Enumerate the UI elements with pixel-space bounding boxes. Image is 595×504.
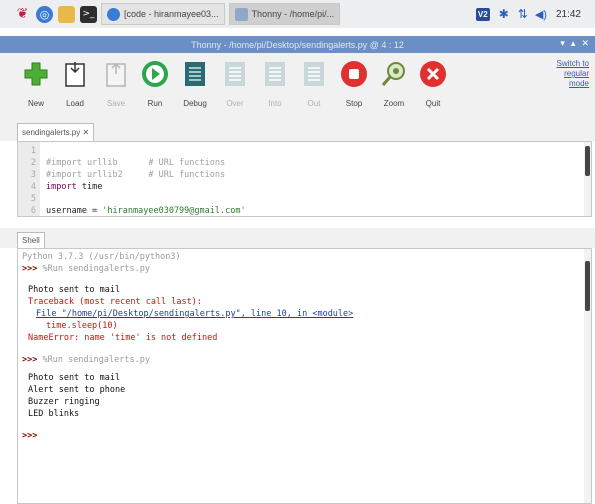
clock: 21:42	[555, 8, 581, 20]
shell-scroll-thumb[interactable]	[585, 261, 590, 311]
load-icon	[60, 59, 90, 89]
new-icon	[21, 59, 51, 89]
editor-tabbar: sendingalerts.py ✕	[0, 119, 595, 141]
switch-mode-label: Switch to regular mode	[556, 59, 589, 88]
step-over-button[interactable]: Over	[215, 59, 255, 108]
code-line: 5	[30, 194, 36, 204]
code-line: 4 import time	[30, 182, 103, 192]
step-over-icon	[220, 59, 250, 89]
network-icon[interactable]: ⇅	[518, 7, 528, 21]
tab-shell[interactable]: Shell	[17, 232, 45, 248]
switch-mode-link[interactable]: Switch to regular mode	[557, 59, 589, 89]
save-button[interactable]: Save	[96, 59, 136, 108]
code-line: 3 #import urllib2 # URL functions	[30, 170, 226, 180]
step-into-button[interactable]: Into	[255, 59, 295, 108]
taskbar: ❦ ◎ >_ [code - hiranmayee03... Thonny - …	[0, 0, 595, 28]
shell-scrollbar[interactable]	[584, 249, 591, 503]
traceback-file-link[interactable]: File "/home/pi/Desktop/sendingalerts.py"…	[36, 309, 353, 320]
globe-icon[interactable]: ◎	[36, 5, 53, 23]
folder-icon[interactable]	[58, 5, 75, 23]
shell-command: >>> %Run sendingalerts.py	[22, 355, 150, 365]
close-window-icon[interactable]: ✕	[581, 38, 589, 49]
stop-button[interactable]: Stop	[334, 59, 374, 108]
shell-header: Python 3.7.3 (/usr/bin/python3)	[22, 252, 181, 262]
shell-tab-label: Shell	[22, 236, 40, 245]
new-button[interactable]: New	[16, 59, 56, 108]
thonny-icon	[234, 7, 248, 21]
maximize-icon[interactable]: ▴	[571, 38, 576, 49]
editor-scroll-thumb[interactable]	[585, 146, 590, 176]
traceback-code: time.sleep(10)	[46, 321, 118, 331]
code-line: 6 username = 'hiranmayee030799@gmail.com…	[30, 206, 246, 216]
debug-button[interactable]: Debug	[175, 59, 215, 108]
step-into-icon	[260, 59, 290, 89]
editor-scrollbar[interactable]	[584, 142, 591, 216]
run-icon	[140, 59, 170, 89]
vnc-icon[interactable]: V2	[475, 7, 490, 21]
step-out-button[interactable]: Out	[294, 59, 334, 108]
zoom-button[interactable]: Zoom	[374, 59, 414, 108]
shell-output: Photo sent to mail	[28, 373, 121, 383]
step-out-icon	[299, 59, 329, 89]
stop-icon	[339, 59, 369, 89]
raspberry-menu-icon[interactable]: ❦	[14, 6, 31, 23]
tab-sendingalerts[interactable]: sendingalerts.py ✕	[17, 123, 95, 141]
save-icon	[101, 59, 131, 89]
shell-tabbar: Shell	[0, 228, 595, 248]
code-line: 1	[30, 146, 36, 156]
quit-icon	[418, 59, 448, 89]
tab-label: sendingalerts.py ✕	[22, 128, 90, 137]
code-line: 2 #import urllib # URL functions	[30, 158, 226, 168]
terminal-icon[interactable]: >_	[80, 5, 97, 23]
shell-prompt[interactable]: >>>	[22, 431, 37, 442]
chromium-icon	[107, 7, 120, 21]
debug-icon	[180, 59, 210, 89]
code-editor[interactable]: 1 2 #import urllib # URL functions 3 #im…	[17, 141, 592, 217]
traceback-header: Traceback (most recent call last):	[28, 297, 202, 307]
shell-command: >>> %Run sendingalerts.py	[22, 264, 150, 274]
shell-output: Alert sent to phone	[28, 385, 126, 395]
shell-console[interactable]: Python 3.7.3 (/usr/bin/python3) >>> %Run…	[17, 248, 592, 504]
bluetooth-icon[interactable]: ✱	[499, 7, 509, 21]
task-thonny[interactable]: Thonny - /home/pi/...	[228, 3, 341, 25]
run-button[interactable]: Run	[135, 59, 175, 108]
toolbar: New Load Save Run Debug Over Into Out St…	[0, 53, 595, 119]
load-button[interactable]: Load	[55, 59, 95, 108]
window-titlebar[interactable]: Thonny - /home/pi/Desktop/sendingalerts.…	[0, 36, 595, 53]
shell-output: Photo sent to mail	[28, 285, 121, 295]
shell-output: LED blinks	[28, 409, 80, 419]
task-chromium[interactable]: [code - hiranmayee03...	[101, 3, 225, 25]
error-message: NameError: name 'time' is not defined	[28, 333, 218, 343]
minimize-icon[interactable]: ▾	[560, 38, 565, 49]
volume-icon[interactable]: ◀)	[535, 8, 547, 21]
shell-output: Buzzer ringing	[28, 397, 100, 407]
zoom-icon	[379, 59, 409, 89]
window-title: Thonny - /home/pi/Desktop/sendingalerts.…	[191, 39, 404, 50]
quit-button[interactable]: Quit	[413, 59, 453, 108]
